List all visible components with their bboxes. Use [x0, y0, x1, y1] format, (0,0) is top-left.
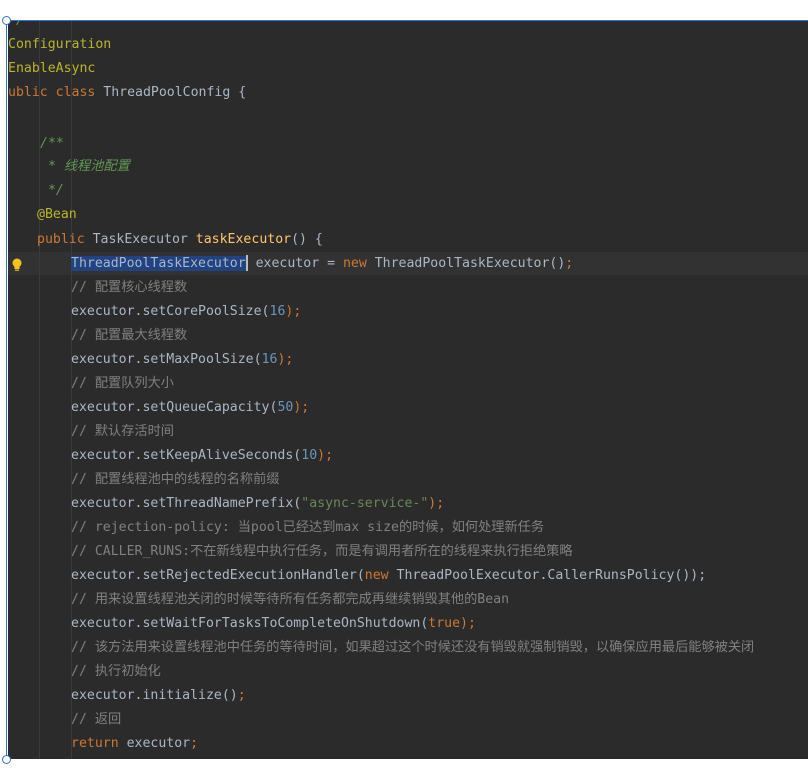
code-line: ublic class ThreadPoolConfig { — [8, 81, 246, 104]
code-token: // 配置队列大小 — [71, 376, 174, 391]
code-comment: // 返回 — [71, 708, 121, 731]
code-token: ); — [277, 352, 294, 367]
code-token: */ — [40, 183, 64, 198]
code-token: // 返回 — [71, 712, 122, 727]
code-token: new — [364, 568, 389, 583]
code-token: ThreadPoolExecutor.CallerRunsPolicy()); — [388, 568, 707, 583]
code-token: // 配置最大线程数 — [71, 328, 188, 343]
code-comment: // 配置最大线程数 — [71, 324, 187, 347]
code-line: executor.setMaxPoolSize(16); — [71, 348, 293, 371]
code-line: executor.setThreadNamePrefix("async-serv… — [71, 492, 444, 515]
code-line: executor.setRejectedExecutionHandler(new… — [71, 564, 706, 587]
code-line: executor.setWaitForTasksToCompleteOnShut… — [71, 612, 476, 635]
code-token: // 用来设置线程池关闭的时候等待所有任务都完成再继续销毁其他的Bean — [71, 592, 510, 607]
code-token: executor.setKeepAliveSeconds( — [71, 448, 302, 463]
code-token: Configuration — [8, 37, 112, 52]
code-token: executor.setCorePoolSize( — [71, 304, 270, 319]
code-token: @Bean — [37, 207, 77, 222]
code-line: */ — [40, 179, 64, 202]
code-token: ; — [190, 736, 199, 751]
code-line: * 线程池配置 — [40, 155, 130, 178]
code-comment: // CALLER_RUNS:不在新线程中执行任务，而是有调用者所在的线程来执行… — [71, 540, 573, 563]
code-token: ; — [237, 688, 246, 703]
code-comment: // 该方法用来设置线程池中任务的等待时间，如果超过这个时候还没有销毁就强制销毁… — [71, 636, 754, 659]
code-comment: // 配置线程池中的线程的名称前缀 — [71, 468, 279, 491]
code-token: "async-service-" — [301, 496, 429, 511]
code-token: ublic class — [8, 85, 96, 100]
code-token: // rejection-policy: 当pool已经达到max size的时… — [71, 520, 545, 535]
code-comment: // 配置队列大小 — [71, 372, 174, 395]
code-line: return executor; — [71, 732, 198, 755]
code-token: executor — [118, 736, 191, 751]
code-line: executor.setQueueCapacity(50); — [71, 396, 309, 419]
resize-handle-top[interactable] — [2, 16, 11, 25]
code-token: /** — [40, 136, 64, 151]
lightbulb-icon[interactable] — [11, 258, 23, 272]
code-token: // CALLER_RUNS:不在新线程中执行任务，而是有调用者所在的线程来执行… — [71, 544, 573, 559]
code-token: 16 — [261, 352, 278, 367]
code-token: // 配置线程池中的线程的名称前缀 — [71, 472, 280, 487]
code-token: ); — [285, 304, 302, 319]
code-token: return — [71, 736, 119, 751]
code-token: EnableAsync — [8, 61, 96, 76]
code-token: new — [342, 256, 367, 271]
code-comment: // rejection-policy: 当pool已经达到max size的时… — [71, 516, 544, 539]
code-token: ); — [428, 496, 445, 511]
code-token: TaskExecutor — [84, 232, 196, 247]
code-token: * 线程池配置 — [40, 159, 130, 174]
code-token: ); — [317, 448, 334, 463]
code-line: public TaskExecutor taskExecutor() { — [37, 228, 323, 251]
code-line: /** — [40, 132, 64, 155]
code-token: ThreadPoolConfig { — [95, 85, 247, 100]
code-token: 10 — [301, 448, 318, 463]
code-comment: // 默认存活时间 — [71, 420, 174, 443]
code-token: 16 — [269, 304, 286, 319]
code-token: 50 — [277, 400, 294, 415]
code-token: executor = — [247, 256, 343, 271]
code-token: ); — [293, 400, 310, 415]
code-token: // 默认存活时间 — [71, 424, 174, 439]
code-token: true — [428, 616, 461, 631]
code-token: () { — [291, 232, 323, 247]
code-line: executor.setKeepAliveSeconds(10); — [71, 444, 333, 467]
selected-text: ThreadPoolTaskExecutor — [71, 256, 246, 271]
code-comment: // 执行初始化 — [71, 660, 161, 683]
code-line: EnableAsync — [8, 57, 95, 80]
code-line: executor.initialize(); — [71, 684, 246, 707]
code-line: ThreadPoolTaskExecutor executor = new Th… — [71, 252, 573, 275]
code-token: ; — [565, 256, 574, 271]
code-token: executor.initialize() — [71, 688, 238, 703]
code-token: taskExecutor — [195, 232, 292, 247]
code-line: Configuration — [8, 33, 111, 56]
code-line: executor.setCorePoolSize(16); — [71, 300, 301, 323]
selection-frame-left — [6, 20, 7, 760]
code-token: ); — [460, 616, 476, 631]
code-token: // 配置核心线程数 — [71, 280, 188, 295]
code-token: executor.setQueueCapacity( — [71, 400, 278, 415]
code-token: // 执行初始化 — [71, 664, 161, 679]
code-line: @Bean — [37, 203, 77, 226]
code-token: executor.setMaxPoolSize( — [71, 352, 262, 367]
code-comment: // 配置核心线程数 — [71, 276, 187, 299]
code-token: executor.setThreadNamePrefix( — [71, 496, 302, 511]
code-token: // 该方法用来设置线程池中任务的等待时间，如果超过这个时候还没有销毁就强制销毁… — [71, 640, 755, 655]
code-token: executor.setRejectedExecutionHandler( — [71, 568, 365, 583]
code-token: ThreadPoolTaskExecutor() — [366, 256, 566, 271]
resize-handle-bottom[interactable] — [2, 755, 11, 764]
code-comment: // 用来设置线程池关闭的时候等待所有任务都完成再继续销毁其他的Bean — [71, 588, 509, 611]
code-editor[interactable]: */ Configuration EnableAsync ublic class… — [8, 21, 808, 759]
code-token: executor.setWaitForTasksToCompleteOnShut… — [71, 616, 429, 631]
code-token: public — [37, 232, 85, 247]
